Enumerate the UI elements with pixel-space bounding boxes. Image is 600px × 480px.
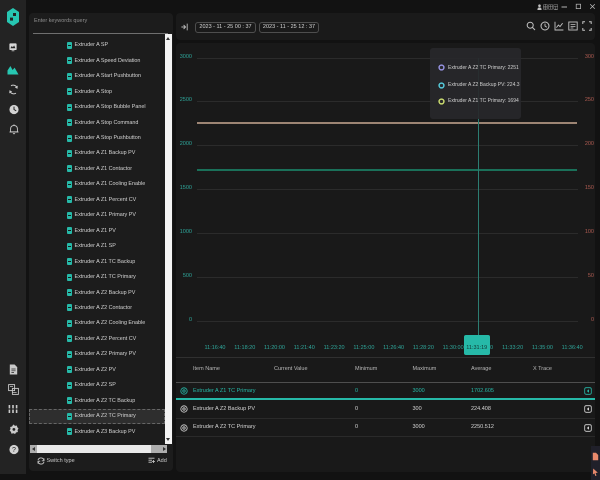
svg-text:?: ? xyxy=(12,447,16,454)
